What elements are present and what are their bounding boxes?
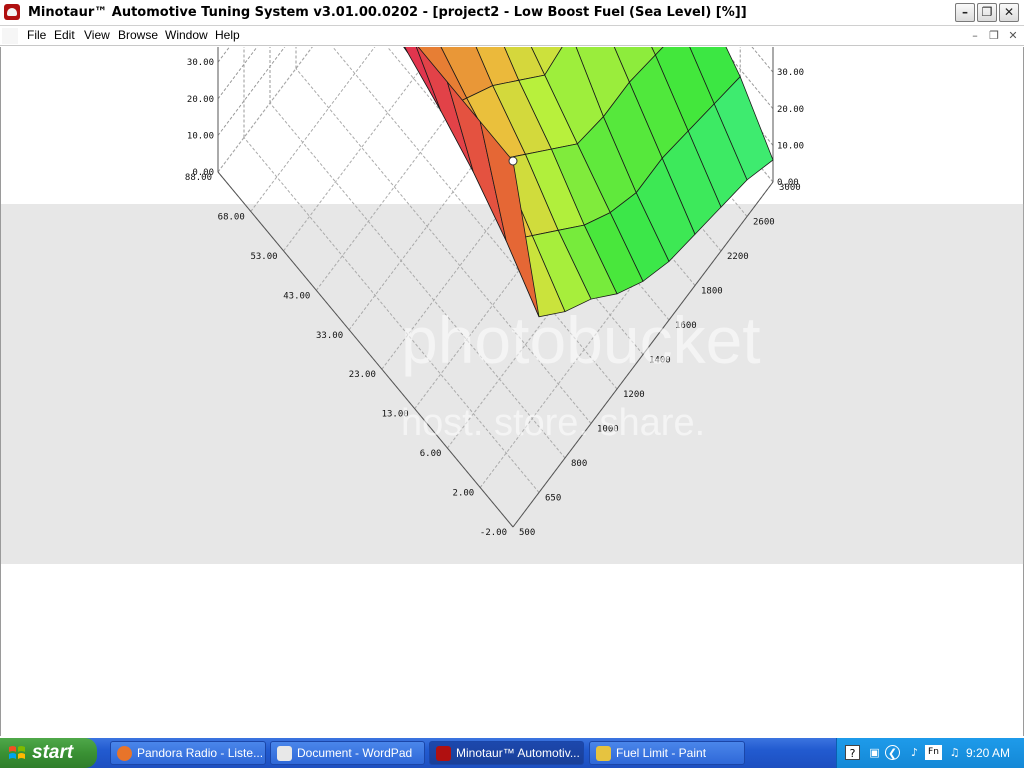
boost-tick-label: 2.00: [453, 489, 475, 499]
menu-edit[interactable]: Edit: [54, 28, 75, 42]
rpm-tick-label: 2200: [727, 252, 749, 262]
title-bar[interactable]: Minotaur™ Automotive Tuning System v3.01…: [0, 0, 1024, 26]
fn-key-icon[interactable]: Fn: [925, 745, 942, 760]
close-button[interactable]: ✕: [999, 3, 1019, 22]
help-icon[interactable]: ?: [845, 745, 860, 760]
taskbar: start Pandora Radio - Liste... Document …: [0, 738, 1024, 768]
rpm-tick-label: 500: [519, 528, 535, 538]
restore-button[interactable]: ❐: [977, 3, 997, 22]
volume-icon[interactable]: ♪: [907, 745, 922, 760]
task-label: Pandora Radio - Liste...: [137, 746, 264, 760]
rpm-tick-label: 1200: [623, 390, 645, 400]
boost-tick-label: 6.00: [420, 449, 442, 459]
rpm-tick-label: 800: [571, 459, 587, 469]
menu-view[interactable]: View: [84, 28, 110, 42]
firefox-icon: [117, 746, 132, 761]
speaker-icon[interactable]: ♫: [947, 745, 962, 760]
z-tick-label: 10.00: [777, 141, 804, 151]
mdi-minimize-button[interactable]: –: [968, 29, 982, 43]
menu-browse[interactable]: Browse: [118, 28, 158, 42]
task-wordpad[interactable]: Document - WordPad: [270, 741, 425, 765]
menu-help[interactable]: Help: [215, 28, 240, 42]
menu-window[interactable]: Window: [165, 28, 208, 42]
minotaur-app-icon[interactable]: [4, 4, 20, 20]
mdi-close-button[interactable]: ✕: [1006, 29, 1020, 43]
task-minotaur[interactable]: Minotaur™ Automotiv...: [429, 741, 584, 765]
z-tick-label: 20.00: [777, 105, 804, 115]
z-tick-label: 30.00: [777, 68, 804, 78]
start-button[interactable]: start: [0, 738, 97, 768]
task-paint[interactable]: Fuel Limit - Paint: [589, 741, 745, 765]
watermark-tagline: host. store. share.: [401, 402, 706, 444]
boost-tick-label: 68.00: [218, 212, 245, 222]
menu-file[interactable]: File: [27, 28, 46, 42]
boost-tick-label: 33.00: [316, 331, 343, 341]
selected-cell-marker[interactable]: [508, 156, 518, 166]
z-tick-label: 10.00: [187, 131, 214, 141]
surface-cell[interactable]: [349, 47, 409, 54]
back-chevron-icon[interactable]: ❮: [885, 745, 900, 760]
fuel-surface-chart[interactable]: 0.000.0010.0010.0020.0020.0030.0030.0040…: [1, 47, 1023, 736]
paint-icon: [596, 746, 611, 761]
z-tick-label: 20.00: [187, 95, 214, 105]
wordpad-icon: [277, 746, 292, 761]
start-label: start: [32, 742, 74, 763]
watermark-logo: photobucket: [401, 303, 761, 377]
minotaur-task-icon: [436, 746, 451, 761]
boost-tick-label: 43.00: [283, 291, 310, 301]
network-icon[interactable]: ▣: [867, 745, 882, 760]
rpm-tick-label: 2600: [753, 218, 775, 228]
windows-logo-icon: [9, 746, 25, 759]
boost-tick-label: 23.00: [349, 370, 376, 380]
clock[interactable]: 9:20 AM: [966, 746, 1010, 760]
window-title: Minotaur™ Automotive Tuning System v3.01…: [28, 5, 747, 20]
chart-view[interactable]: 0.000.0010.0010.0020.0020.0030.0030.0040…: [0, 47, 1024, 736]
boost-tick-label: -2.00: [480, 528, 507, 538]
rpm-tick-label: 1800: [701, 287, 723, 297]
rpm-tick-label: 3000: [779, 183, 801, 193]
menu-bar: File Edit View Browse Window Help – ❐ ✕: [0, 26, 1024, 46]
rpm-tick-label: 650: [545, 494, 561, 504]
mdi-restore-button[interactable]: ❐: [987, 29, 1001, 43]
task-label: Minotaur™ Automotiv...: [456, 746, 580, 760]
mdi-child-icon[interactable]: [2, 28, 18, 44]
boost-tick-label: 53.00: [250, 252, 277, 262]
z-tick-label: 30.00: [187, 58, 214, 68]
boost-tick-label: 88.00: [185, 173, 212, 183]
task-pandora[interactable]: Pandora Radio - Liste...: [110, 741, 266, 765]
task-label: Fuel Limit - Paint: [616, 746, 707, 760]
task-label: Document - WordPad: [297, 746, 413, 760]
minimize-button[interactable]: –: [955, 3, 975, 22]
